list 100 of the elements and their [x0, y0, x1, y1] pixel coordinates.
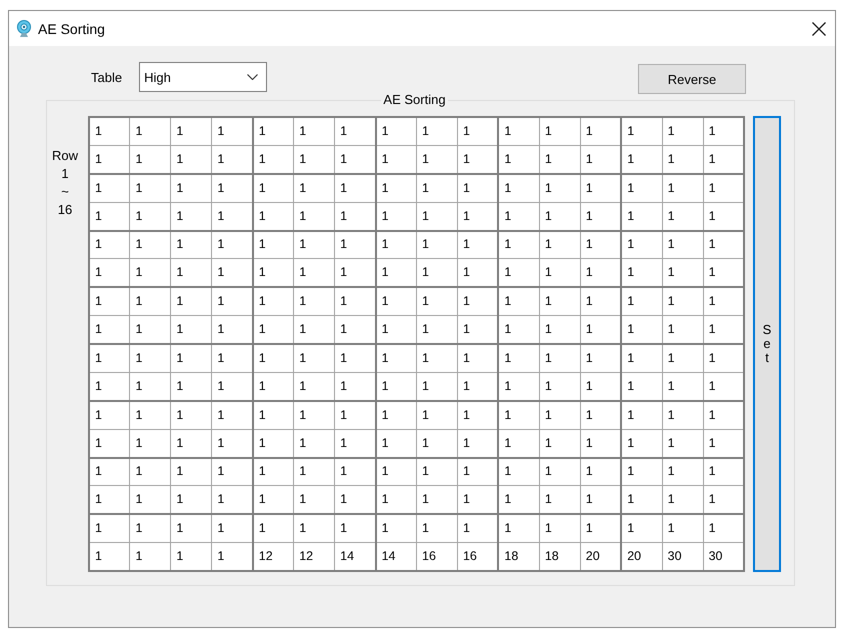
value-field[interactable]: 1: [498, 400, 540, 430]
value-field[interactable]: 1: [334, 458, 376, 486]
value-field[interactable]: 1: [252, 230, 294, 259]
value-field[interactable]: 1: [212, 486, 253, 514]
value-field[interactable]: 1: [621, 202, 662, 230]
value-field[interactable]: 1: [294, 258, 335, 288]
value-field[interactable]: 1: [457, 372, 498, 401]
value-field[interactable]: 1: [580, 514, 622, 543]
value-field[interactable]: 1: [662, 316, 704, 344]
value-field[interactable]: 1: [334, 287, 376, 316]
value-field[interactable]: 1: [457, 429, 498, 458]
value-field[interactable]: 1: [457, 514, 498, 543]
value-field[interactable]: 1: [539, 344, 580, 372]
value-field[interactable]: 1: [130, 230, 171, 259]
value-field[interactable]: 1: [416, 145, 458, 174]
value-field[interactable]: 1: [416, 287, 458, 316]
value-field[interactable]: 1: [170, 486, 212, 514]
value-field[interactable]: 1: [294, 344, 335, 372]
value-field[interactable]: 1: [212, 202, 253, 230]
value-field[interactable]: 1: [376, 287, 416, 316]
value-field[interactable]: 1: [621, 514, 662, 543]
value-field[interactable]: 1: [252, 486, 294, 514]
value-field[interactable]: 1: [580, 400, 622, 430]
value-field[interactable]: 1: [662, 486, 704, 514]
table-dropdown[interactable]: High: [139, 62, 268, 92]
value-field[interactable]: 1: [662, 258, 704, 288]
value-field[interactable]: 1: [170, 258, 212, 288]
value-field[interactable]: 1: [130, 145, 171, 174]
value-field[interactable]: 1: [416, 514, 458, 543]
value-field[interactable]: 1: [662, 344, 704, 372]
value-field[interactable]: 1: [252, 514, 294, 543]
value-field[interactable]: 1: [662, 202, 704, 230]
value-field[interactable]: 1: [416, 117, 458, 146]
reverse-button[interactable]: Reverse: [638, 64, 746, 94]
value-field[interactable]: 1: [376, 258, 416, 288]
value-field[interactable]: 1: [457, 458, 498, 486]
value-field[interactable]: 1: [662, 230, 704, 259]
value-field[interactable]: 1: [457, 174, 498, 202]
value-field[interactable]: 1: [170, 429, 212, 458]
value-field[interactable]: 1: [539, 429, 580, 458]
value-field[interactable]: 1: [334, 486, 376, 514]
value-field[interactable]: 1: [212, 514, 253, 543]
value-field[interactable]: 1: [294, 202, 335, 230]
value-field[interactable]: 1: [580, 458, 622, 486]
value-field[interactable]: 1: [662, 429, 704, 458]
value-field[interactable]: 1: [376, 429, 416, 458]
value-field[interactable]: 1: [170, 287, 212, 316]
value-field[interactable]: 1: [212, 316, 253, 344]
value-field[interactable]: 1: [252, 372, 294, 401]
value-field[interactable]: 1: [539, 258, 580, 288]
value-field[interactable]: 1: [498, 514, 540, 543]
value-field[interactable]: 1: [294, 458, 335, 486]
value-field[interactable]: 1: [457, 202, 498, 230]
value-field[interactable]: 1: [170, 344, 212, 372]
value-field[interactable]: 1: [170, 117, 212, 146]
value-field[interactable]: 1: [170, 230, 212, 259]
value-field[interactable]: 1: [212, 344, 253, 372]
value-field[interactable]: 1: [252, 202, 294, 230]
value-field[interactable]: 1: [130, 486, 171, 514]
value-field[interactable]: 1: [170, 174, 212, 202]
value-field[interactable]: 1: [212, 429, 253, 458]
value-field[interactable]: 1: [498, 145, 540, 174]
value-field[interactable]: 1: [416, 230, 458, 259]
value-field[interactable]: 1: [89, 258, 130, 288]
value-field[interactable]: 1: [580, 486, 622, 514]
value-field[interactable]: 1: [130, 258, 171, 288]
value-field[interactable]: 1: [170, 514, 212, 543]
value-field[interactable]: 1: [376, 458, 416, 486]
value-field[interactable]: 1: [539, 514, 580, 543]
value-field[interactable]: 1: [457, 145, 498, 174]
value-field[interactable]: 1: [457, 230, 498, 259]
value-field[interactable]: 1: [376, 230, 416, 259]
value-field[interactable]: 1: [89, 316, 130, 344]
value-field[interactable]: 1: [376, 316, 416, 344]
value-field[interactable]: 1: [252, 429, 294, 458]
value-field[interactable]: 1: [662, 174, 704, 202]
value-field[interactable]: 1: [621, 458, 662, 486]
value-field[interactable]: 1: [89, 372, 130, 401]
value-field[interactable]: 1: [376, 174, 416, 202]
value-field[interactable]: 1: [130, 174, 171, 202]
value-field[interactable]: 1: [170, 400, 212, 430]
value-field[interactable]: 1: [252, 117, 294, 146]
value-field[interactable]: 1: [580, 287, 622, 316]
value-field[interactable]: 1: [621, 174, 662, 202]
value-field[interactable]: 1: [498, 429, 540, 458]
value-field[interactable]: 1: [334, 372, 376, 401]
value-field[interactable]: 1: [170, 372, 212, 401]
value-field[interactable]: 1: [498, 287, 540, 316]
value-field[interactable]: 1: [170, 316, 212, 344]
value-field[interactable]: 1: [457, 117, 498, 146]
value-field[interactable]: 1: [212, 145, 253, 174]
value-field[interactable]: 1: [457, 258, 498, 288]
value-field[interactable]: 1: [621, 117, 662, 146]
value-field[interactable]: 1: [89, 486, 130, 514]
value-field[interactable]: 1: [252, 316, 294, 344]
value-field[interactable]: 1: [662, 458, 704, 486]
value-field[interactable]: 1: [416, 429, 458, 458]
value-field[interactable]: 1: [539, 458, 580, 486]
value-field[interactable]: 1: [498, 174, 540, 202]
value-field[interactable]: 1: [621, 486, 662, 514]
